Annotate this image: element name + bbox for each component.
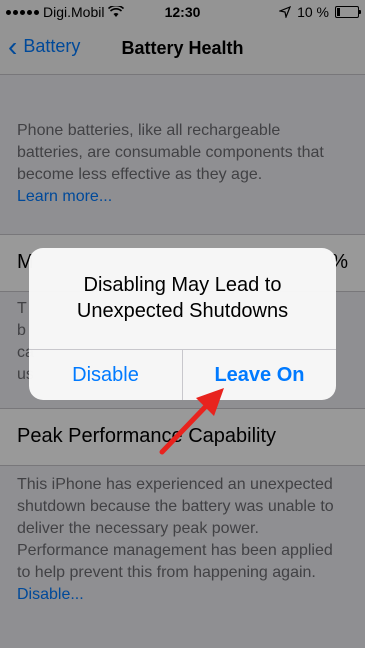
alert-title: Disabling May Lead to Unexpected Shutdow… <box>76 274 289 322</box>
leave-on-button[interactable]: Leave On <box>182 350 336 400</box>
alert-dialog: Disabling May Lead to Unexpected Shutdow… <box>29 248 336 400</box>
alert-actions: Disable Leave On <box>29 349 336 400</box>
disable-button[interactable]: Disable <box>29 350 182 400</box>
